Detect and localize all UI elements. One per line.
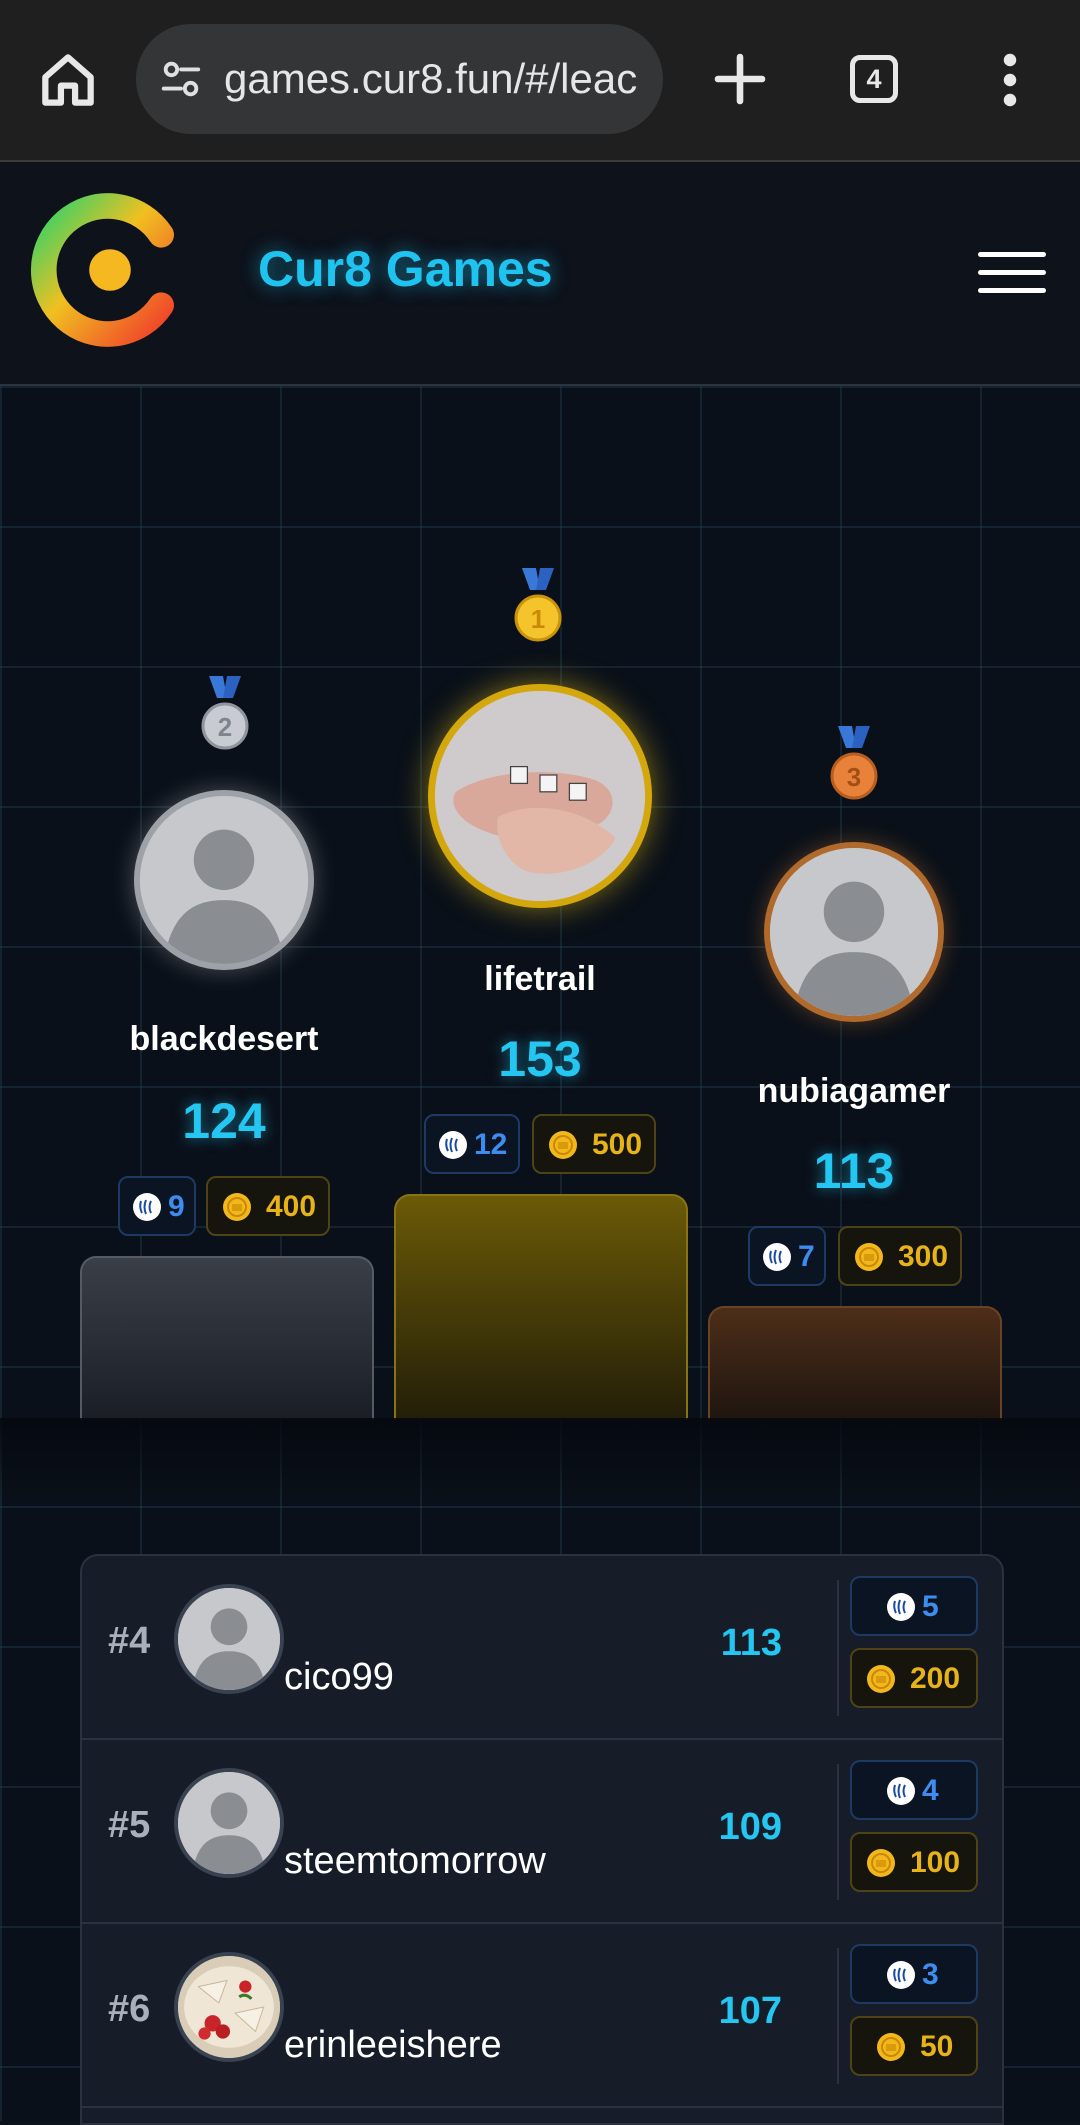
coin-badge: 500: [532, 1114, 656, 1174]
player-score: 109: [718, 1806, 782, 1848]
steem-badge: 4: [850, 1760, 978, 1820]
photo-hands-dice: [435, 691, 645, 901]
coin-icon: [549, 1131, 577, 1159]
podium-block-third: [708, 1306, 1002, 1420]
site-settings-icon[interactable]: [158, 56, 204, 102]
leaderboard-row[interactable]: #6 erinleeishere 107 3 50: [82, 1924, 1002, 2108]
coin-icon: [855, 1243, 883, 1271]
coin-icon: [867, 1665, 895, 1693]
player-score: 113: [720, 1622, 782, 1664]
player-score: 107: [718, 1990, 782, 2032]
steem-icon: [439, 1131, 467, 1159]
avatar-lifetrail[interactable]: [428, 684, 652, 908]
avatar-blackdesert[interactable]: [134, 790, 314, 970]
coin-badge: 300: [838, 1226, 962, 1286]
menu-icon[interactable]: [978, 252, 1046, 294]
gold-medal-icon: 1: [514, 568, 562, 642]
player-name[interactable]: erinleeishere: [284, 2024, 502, 2067]
svg-text:2: 2: [218, 712, 232, 742]
leaderboard-row[interactable]: #4 cico99 113 5 200: [82, 1556, 1002, 1740]
new-tab-icon[interactable]: [707, 46, 773, 112]
steem-badge: 12: [424, 1114, 520, 1174]
steem-icon: [887, 1777, 915, 1805]
silver-medal-icon: 2: [201, 676, 249, 750]
coin-icon: [223, 1193, 251, 1221]
divider: [837, 1580, 839, 1716]
podium-score-third: 113: [813, 1143, 895, 1199]
coin-badge: 200: [850, 1648, 978, 1708]
player-name[interactable]: cico99: [284, 1656, 394, 1699]
podium-block-first: [394, 1194, 688, 1420]
coin-badge: 50: [850, 2016, 978, 2076]
rank-label: #6: [108, 1988, 151, 2030]
default-avatar-icon: [770, 848, 938, 1016]
leaderboard-list: #4 cico99 113 5 200 #5 steemtomorrow 109…: [80, 1554, 1004, 2125]
home-icon[interactable]: [34, 46, 102, 114]
coin-icon: [867, 1849, 895, 1877]
steem-badge: 7: [748, 1226, 826, 1286]
default-avatar-icon: [140, 796, 308, 964]
browser-toolbar: games.cur8.fun/#/leac 4: [0, 0, 1080, 162]
svg-text:3: 3: [847, 762, 861, 792]
more-options-icon[interactable]: [995, 50, 1025, 110]
steem-badge: 3: [850, 1944, 978, 2004]
steem-badge: 9: [118, 1176, 196, 1236]
podium-name-first[interactable]: lifetrail: [390, 960, 690, 999]
podium-score-second: 124: [182, 1093, 266, 1149]
site-title[interactable]: Cur8 Games: [258, 240, 553, 298]
svg-text:1: 1: [531, 604, 545, 634]
leaderboard-row[interactable]: #5 steemtomorrow 109 4 100: [82, 1740, 1002, 1924]
player-name[interactable]: steemtomorrow: [284, 1840, 546, 1883]
rank-label: #4: [108, 1620, 151, 1662]
coin-badge: 400: [206, 1176, 330, 1236]
rank-label: #5: [108, 1804, 151, 1846]
avatar[interactable]: [174, 1584, 284, 1694]
url-text[interactable]: games.cur8.fun/#/leac: [224, 54, 649, 104]
podium-block-second: [80, 1256, 374, 1420]
avatar-nubiagamer[interactable]: [764, 842, 944, 1022]
address-bar[interactable]: games.cur8.fun/#/leac: [136, 24, 663, 134]
photo-food-plate: [178, 1956, 280, 2058]
coin-badge: 100: [850, 1832, 978, 1892]
steem-icon: [887, 1593, 915, 1621]
podium-name-second[interactable]: blackdesert: [74, 1020, 374, 1059]
steem-badge: 5: [850, 1576, 978, 1636]
steem-icon: [763, 1243, 791, 1271]
coin-icon: [877, 2033, 905, 2061]
podium-floor-shadow: [0, 1418, 1080, 1498]
avatar[interactable]: [174, 1768, 284, 1878]
steem-icon: [133, 1193, 161, 1221]
podium-score-first: 153: [498, 1031, 582, 1087]
podium-name-third[interactable]: nubiagamer: [704, 1072, 1004, 1111]
steem-icon: [887, 1961, 915, 1989]
cur8-logo[interactable]: [30, 190, 190, 350]
tab-switcher-button[interactable]: 4: [850, 55, 898, 103]
avatar[interactable]: [174, 1952, 284, 2062]
site-header: Cur8 Games: [0, 162, 1080, 386]
divider: [837, 1764, 839, 1900]
divider: [837, 1948, 839, 2084]
default-avatar-icon: [178, 1772, 280, 1874]
default-avatar-icon: [178, 1588, 280, 1690]
bronze-medal-icon: 3: [830, 726, 878, 800]
